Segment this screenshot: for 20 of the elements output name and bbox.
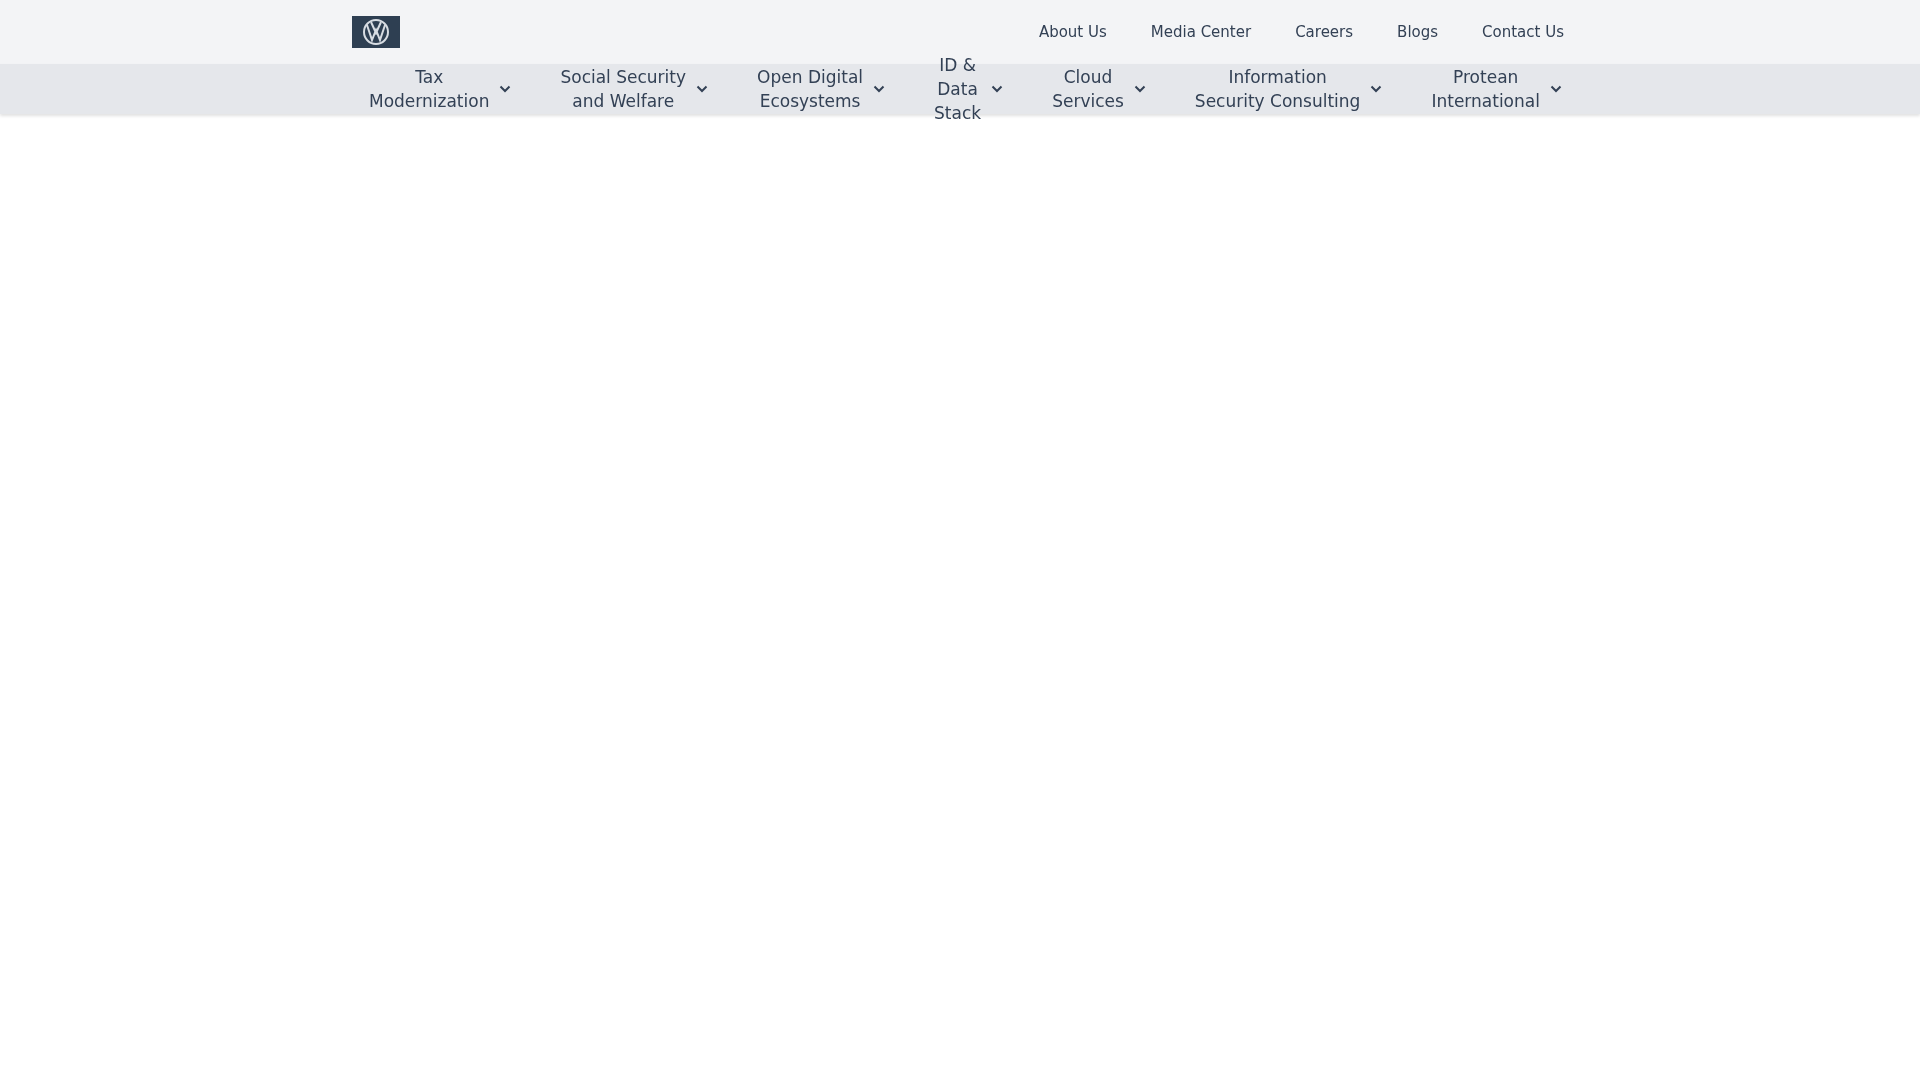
nav-menu-item[interactable]: Information Security Consulting (1194, 65, 1361, 113)
nav-menu-item[interactable]: Protean International (1431, 65, 1540, 113)
logo-icon[interactable] (352, 16, 400, 48)
chevron-down-icon[interactable] (696, 85, 709, 93)
top-nav-link[interactable]: Careers (1295, 23, 1358, 41)
top-nav-link[interactable]: Media Center (1150, 23, 1256, 41)
nav-menu-item[interactable]: Open Digital Ecosystems (757, 65, 864, 113)
nav-menu-item[interactable]: ID & Data Stack (934, 53, 982, 125)
top-nav-link[interactable]: About Us (1038, 23, 1111, 41)
nav-menu-item[interactable]: Social Security and Welfare (560, 65, 687, 113)
chevron-down-icon[interactable] (873, 85, 886, 93)
chevron-down-icon[interactable] (991, 85, 1004, 93)
chevron-down-icon[interactable] (1133, 85, 1146, 93)
chevron-down-icon[interactable] (1370, 85, 1383, 93)
top-nav-link[interactable]: Contact Us (1482, 23, 1568, 41)
chevron-down-icon[interactable] (1549, 85, 1562, 93)
nav-menu-item[interactable]: Tax Modernization (369, 65, 490, 113)
top-nav-link[interactable]: Blogs (1397, 23, 1443, 41)
nav-menu-item[interactable]: Cloud Services (1052, 65, 1124, 113)
chevron-down-icon[interactable] (499, 85, 512, 93)
